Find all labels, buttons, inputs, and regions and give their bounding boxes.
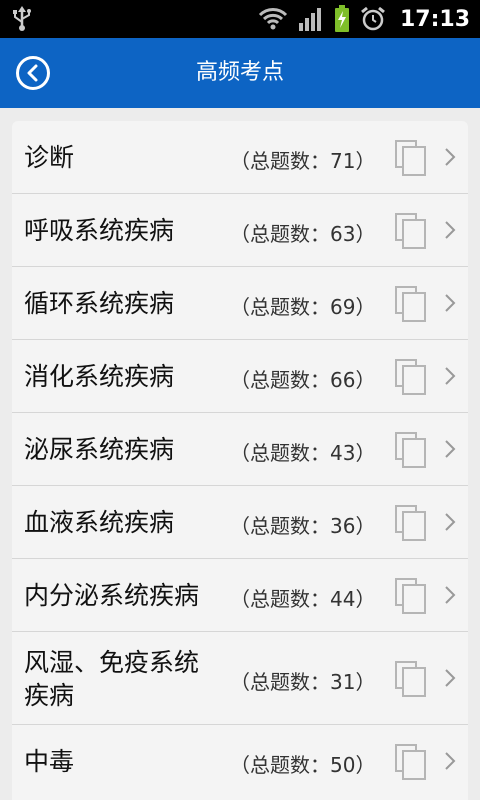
item-count: （总题数：43） xyxy=(230,441,376,465)
copy-icon[interactable] xyxy=(392,210,428,250)
alarm-icon xyxy=(361,6,385,31)
topic-list: 诊断 （总题数：71） 呼吸系统疾病 （总题数：63） 循环系统疾病 （总题数：… xyxy=(12,121,468,800)
list-item[interactable]: 内分泌系统疾病 （总题数：44） xyxy=(12,559,468,632)
page-title: 高频考点 xyxy=(195,60,284,85)
wifi-icon xyxy=(258,8,288,30)
item-name: 诊断 xyxy=(24,143,75,172)
copy-icon[interactable] xyxy=(392,356,428,396)
chevron-right-icon xyxy=(445,294,456,312)
copy-icon[interactable] xyxy=(392,658,428,698)
list-item[interactable]: 风湿、免疫系统 疾病 （总题数：31） xyxy=(12,632,468,725)
chevron-right-icon xyxy=(445,221,456,239)
list-item[interactable]: 循环系统疾病 （总题数：69） xyxy=(12,267,468,340)
chevron-right-icon xyxy=(445,440,456,458)
signal-icon xyxy=(298,8,321,31)
item-name: 循环系统疾病 xyxy=(24,289,175,318)
copy-icon[interactable] xyxy=(392,741,428,781)
copy-icon[interactable] xyxy=(392,502,428,542)
chevron-right-icon xyxy=(445,367,456,385)
copy-icon[interactable] xyxy=(392,575,428,615)
list-item[interactable]: 诊断 （总题数：71） xyxy=(12,121,468,194)
item-name: 血液系统疾病 xyxy=(24,508,175,537)
item-count: （总题数：63） xyxy=(230,222,376,246)
chevron-right-icon xyxy=(445,752,456,770)
usb-icon xyxy=(13,6,31,31)
copy-icon[interactable] xyxy=(392,283,428,323)
app-bar: 高频考点 xyxy=(0,38,480,108)
list-item[interactable]: 泌尿系统疾病 （总题数：43） xyxy=(12,413,468,486)
item-name: 呼吸系统疾病 xyxy=(24,216,175,245)
item-count: （总题数：44） xyxy=(230,587,376,611)
list-item[interactable]: 中毒 （总题数：50） xyxy=(12,725,468,800)
item-count: （总题数：71） xyxy=(230,149,376,173)
chevron-right-icon xyxy=(445,669,456,687)
item-count: （总题数：31） xyxy=(230,670,376,694)
list-item[interactable]: 呼吸系统疾病 （总题数：63） xyxy=(12,194,468,267)
chevron-right-icon xyxy=(445,513,456,531)
item-count: （总题数：69） xyxy=(230,295,376,319)
battery-charging-icon xyxy=(334,5,349,32)
list-item[interactable]: 消化系统疾病 （总题数：66） xyxy=(12,340,468,413)
copy-icon[interactable] xyxy=(392,137,428,177)
item-name: 内分泌系统疾病 xyxy=(24,581,200,610)
list-item[interactable]: 血液系统疾病 （总题数：36） xyxy=(12,486,468,559)
status-bar: 17:13 xyxy=(0,0,480,38)
chevron-right-icon xyxy=(445,148,456,166)
item-count: （总题数：36） xyxy=(230,514,376,538)
item-name: 中毒 xyxy=(24,747,75,776)
item-count: （总题数：50） xyxy=(230,753,376,777)
item-count: （总题数：66） xyxy=(230,368,376,392)
item-name: 消化系统疾病 xyxy=(24,362,175,391)
item-name: 泌尿系统疾病 xyxy=(24,435,175,464)
copy-icon[interactable] xyxy=(392,429,428,469)
clock: 17:13 xyxy=(399,6,470,32)
item-name: 风湿、免疫系统 疾病 xyxy=(24,648,200,710)
chevron-right-icon xyxy=(445,586,456,604)
